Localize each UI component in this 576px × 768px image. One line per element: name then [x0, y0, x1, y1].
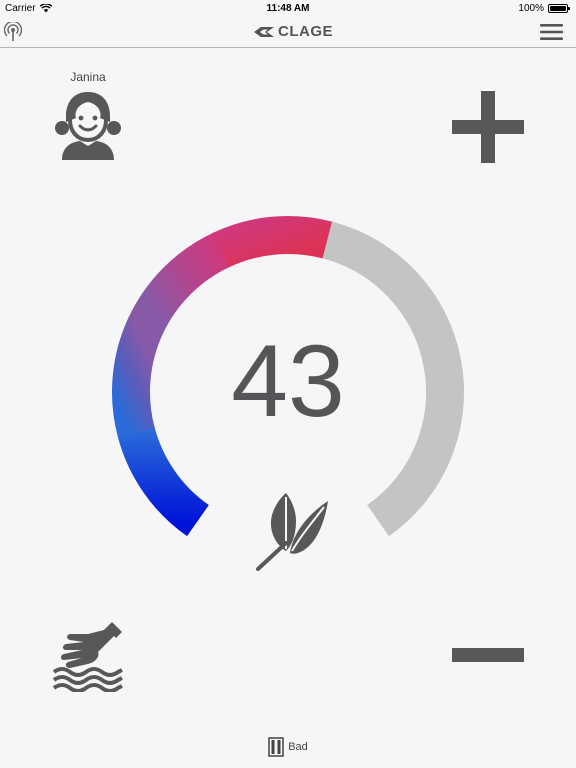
temperature-value: 43: [231, 324, 345, 438]
decrease-temperature-button[interactable]: [452, 647, 524, 663]
user-profile[interactable]: Janina: [50, 70, 126, 165]
eco-leaf-icon[interactable]: [246, 487, 330, 571]
hand-washing-icon[interactable]: [52, 620, 124, 692]
battery-info: 100%: [518, 3, 570, 14]
clock: 11:48 AM: [266, 3, 310, 14]
battery-icon: [548, 4, 570, 13]
gauge-fill-segment: [117, 426, 210, 537]
status-bar: Carrier 11:48 AM 100%: [0, 0, 576, 17]
shower-cabin-icon: [268, 737, 284, 757]
battery-percent: 100%: [518, 3, 544, 14]
location-label: Bad: [288, 741, 308, 753]
location-selector[interactable]: Bad: [0, 737, 576, 757]
clage-logo-icon: [254, 26, 274, 37]
gauge-fill-segment: [212, 216, 333, 268]
brand-name: CLAGE: [278, 23, 333, 40]
nav-bar: CLAGE: [0, 17, 576, 48]
user-name: Janina: [70, 70, 106, 84]
brand-logo: CLAGE: [253, 23, 333, 40]
increase-temperature-button[interactable]: [452, 91, 524, 163]
menu-icon[interactable]: [540, 23, 563, 41]
gauge-fill-segment: [128, 232, 231, 335]
radio-signal-icon[interactable]: [4, 22, 22, 42]
user-avatar-icon: [55, 92, 121, 160]
